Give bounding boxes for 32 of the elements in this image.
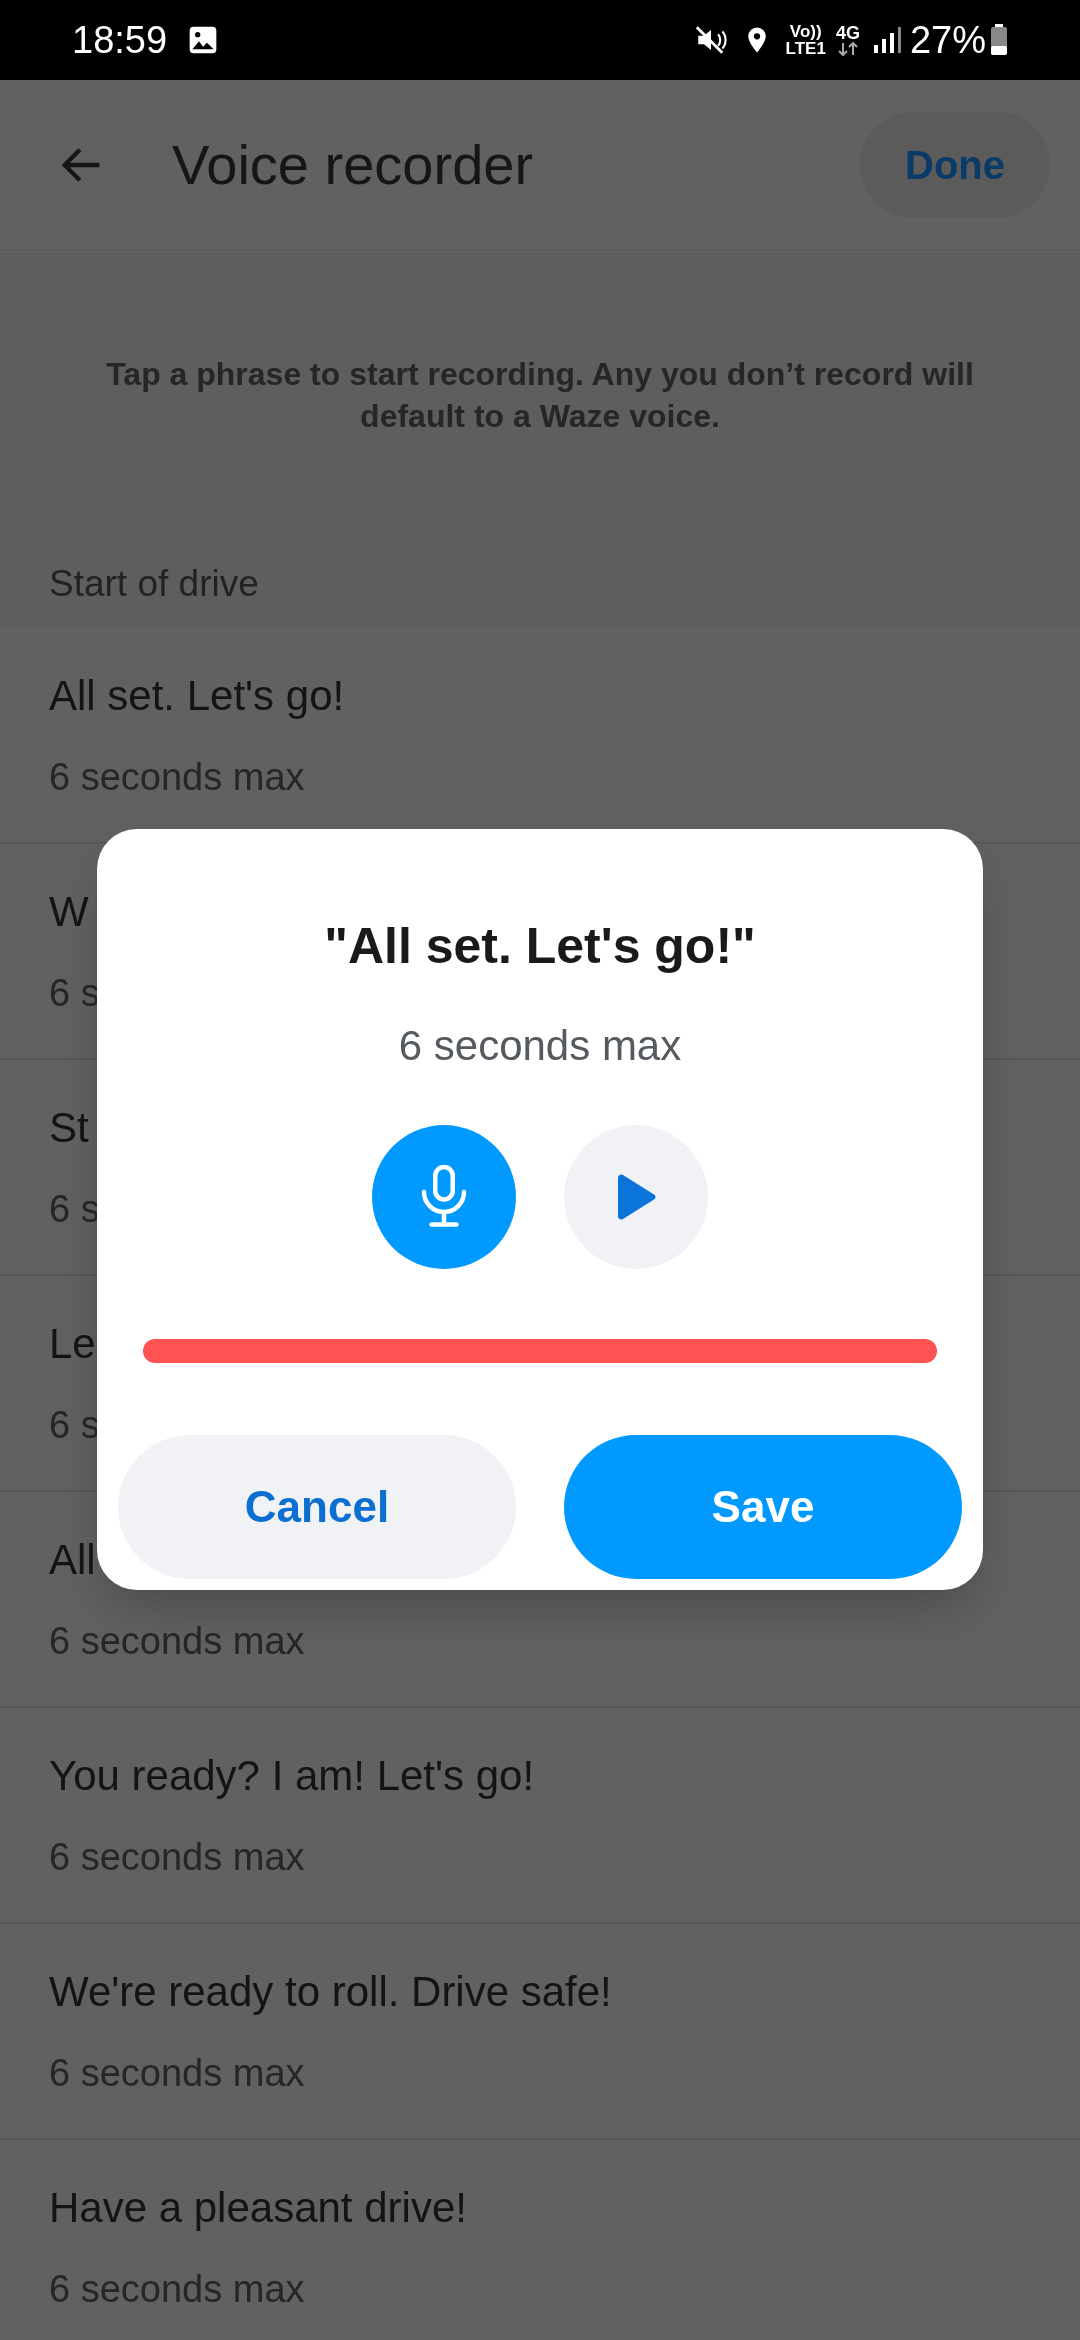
phrase-title: Have a pleasant drive! <box>49 2183 467 2233</box>
battery-icon <box>990 24 1008 56</box>
section-header: Start of drive <box>49 562 259 607</box>
phrase-title: St <box>49 1103 89 1153</box>
phrase-title: All <box>49 1535 96 1585</box>
phrase-duration: 6 seconds max <box>49 1835 305 1880</box>
intro-text: Tap a phrase to start recording. Any you don’t record will default to a Waze voice. <box>105 355 975 436</box>
data-arrows-icon <box>836 42 859 56</box>
phrase-duration: 6 s <box>49 1403 100 1448</box>
lte-label: LTE1 <box>785 40 826 57</box>
phrase-title: You ready? I am! Let's go! <box>49 1751 535 1801</box>
cancel-button[interactable]: Cancel <box>118 1435 516 1579</box>
phrase-title: All set. Let's go! <box>49 671 345 721</box>
dialog-title: "All set. Let's go!" <box>324 917 756 976</box>
network-label: 4G <box>835 24 860 42</box>
dialog-duration: 6 seconds max <box>398 1021 682 1071</box>
phrase-duration: 6 seconds max <box>49 2267 305 2312</box>
phrase-duration: 6 seconds max <box>49 755 305 800</box>
battery-percent: 27% <box>909 17 986 63</box>
clock: 18:59 <box>72 17 168 63</box>
phrase-duration: 6 s <box>49 971 100 1016</box>
phrase-duration: 6 seconds max <box>49 1619 305 1664</box>
phrase-title: Le <box>49 1319 96 1369</box>
done-button[interactable]: Done <box>860 111 1050 218</box>
screen-title: Voice recorder <box>172 131 534 198</box>
save-button[interactable]: Save <box>564 1435 962 1579</box>
signal-icon <box>871 25 902 55</box>
phrase-duration: 6 seconds max <box>49 2051 305 2096</box>
phrase-duration: 6 s <box>49 1187 100 1232</box>
phrase-title: W <box>49 887 89 937</box>
volte-label: Vo)) <box>789 23 822 40</box>
phrase-title: We're ready to roll. Drive safe! <box>49 1967 612 2017</box>
